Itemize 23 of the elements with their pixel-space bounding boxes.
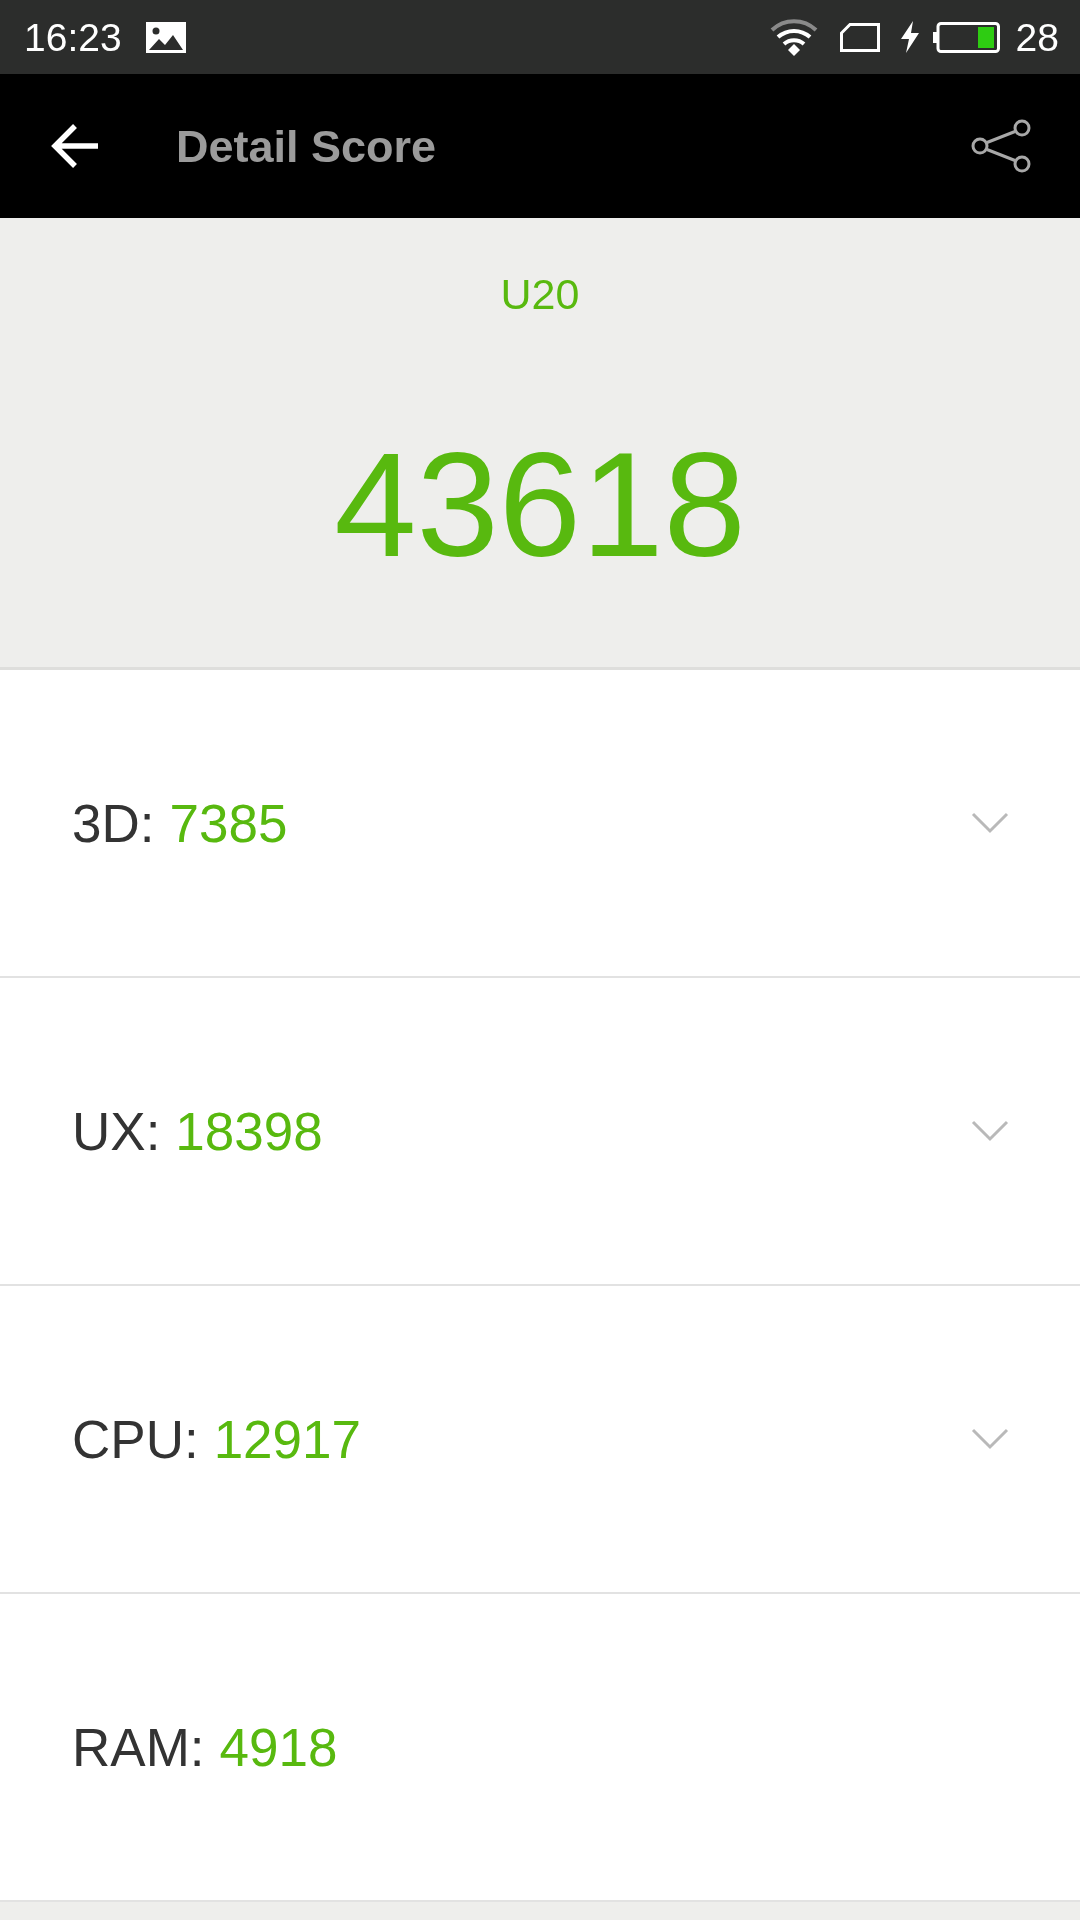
battery-icon [932,21,1000,53]
image-icon [145,21,186,53]
chevron-down-icon[interactable] [971,1120,1009,1142]
share-icon[interactable] [971,119,1031,173]
score-label: CPU: [72,1412,199,1466]
screen-title: Detail Score [176,123,437,169]
score-label: 3D: [72,796,155,850]
sim-card-icon [839,22,880,52]
wifi-icon [769,18,818,56]
status-time: 16:23 [24,17,122,57]
score-label: UX: [72,1104,161,1158]
score-value: 18398 [175,1104,323,1158]
score-value: 4918 [219,1720,338,1774]
score-value: 12917 [213,1412,362,1466]
chevron-down-icon[interactable] [971,1428,1009,1450]
device-name: U20 [500,273,580,316]
battery-percent: 28 [1015,17,1059,57]
score-label: RAM: [72,1720,205,1774]
back-icon[interactable] [50,122,100,170]
chevron-down-icon[interactable] [971,812,1009,834]
score-value: 7385 [169,796,288,850]
lightning-icon [898,21,921,53]
total-score: 43618 [334,431,746,579]
